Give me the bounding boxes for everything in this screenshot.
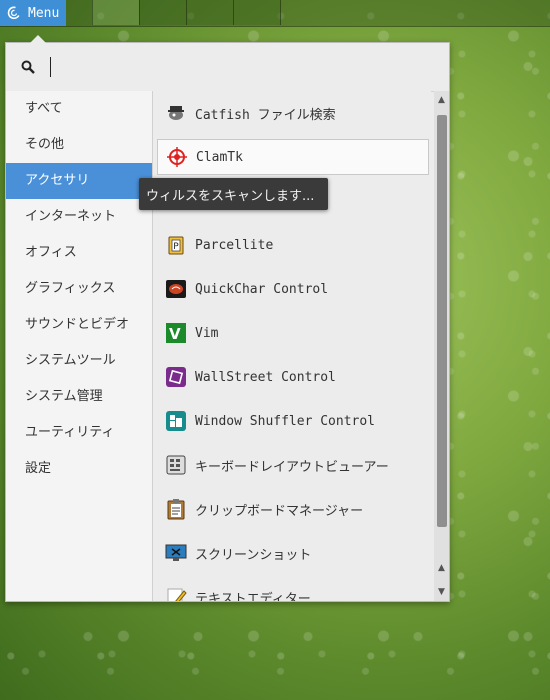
top-panel: Menu bbox=[0, 0, 550, 27]
category-graphics[interactable]: グラフィックス bbox=[6, 271, 152, 307]
vim-icon: V bbox=[165, 322, 187, 344]
keyboard-icon bbox=[165, 454, 187, 476]
clipboard-icon bbox=[165, 498, 187, 520]
category-office[interactable]: オフィス bbox=[6, 235, 152, 271]
svg-text:P: P bbox=[173, 242, 179, 252]
app-label: クリップボードマネージャー bbox=[195, 503, 364, 519]
search-input[interactable] bbox=[46, 53, 445, 83]
app-item-window-shuffler[interactable]: Window Shuffler Control bbox=[157, 403, 429, 439]
text-caret bbox=[50, 57, 51, 77]
parcellite-icon: P bbox=[165, 234, 187, 256]
app-item-clamtk[interactable]: ClamTk bbox=[157, 139, 429, 175]
app-item-vim[interactable]: V Vim bbox=[157, 315, 429, 351]
workspace-1[interactable] bbox=[92, 0, 139, 25]
app-label: Catfish ファイル検索 bbox=[195, 107, 336, 123]
text-editor-icon bbox=[165, 586, 187, 601]
category-list: すべて その他 アクセサリ インターネット オフィス グラフィックス サウンドと… bbox=[6, 91, 153, 601]
app-label: キーボードレイアウトビューアー bbox=[195, 459, 389, 475]
category-utilities[interactable]: ユーティリティ bbox=[6, 415, 152, 451]
app-label: Window Shuffler Control bbox=[195, 413, 376, 429]
svg-text:V: V bbox=[169, 325, 181, 343]
menu-button[interactable]: Menu bbox=[0, 0, 66, 26]
app-item-parcellite[interactable]: P Parcellite bbox=[157, 227, 429, 263]
whisker-menu: すべて その他 アクセサリ インターネット オフィス グラフィックス サウンドと… bbox=[5, 35, 450, 602]
scroll-up-arrow-icon[interactable]: ▲ bbox=[434, 561, 449, 575]
app-label: QuickChar Control bbox=[195, 281, 329, 297]
search-bar bbox=[6, 43, 449, 92]
app-label: スクリーンショット bbox=[195, 547, 312, 563]
app-item-quickchar[interactable]: QuickChar Control bbox=[157, 271, 429, 307]
app-item-screenshot[interactable]: スクリーンショット bbox=[157, 535, 429, 571]
scrollbar-thumb[interactable] bbox=[437, 115, 447, 527]
category-sound-video[interactable]: サウンドとビデオ bbox=[6, 307, 152, 343]
app-list: Catfish ファイル検索 ClamTk P Parcellite Quick… bbox=[153, 91, 431, 601]
menu-button-label: Menu bbox=[28, 5, 60, 21]
scroll-up-arrow-icon[interactable]: ▲ bbox=[434, 93, 449, 107]
category-all[interactable]: すべて bbox=[6, 91, 152, 127]
screenshot-icon bbox=[165, 542, 187, 564]
tooltip: ウィルスをスキャンします... bbox=[139, 178, 328, 210]
workspace-2[interactable] bbox=[139, 0, 186, 25]
workspace-switcher bbox=[92, 0, 281, 26]
workspace-3[interactable] bbox=[186, 0, 233, 25]
workspace-4[interactable] bbox=[233, 0, 281, 25]
catfish-icon bbox=[165, 102, 187, 124]
category-other[interactable]: その他 bbox=[6, 127, 152, 163]
search-icon bbox=[21, 60, 35, 74]
category-system-admin[interactable]: システム管理 bbox=[6, 379, 152, 415]
app-item-catfish[interactable]: Catfish ファイル検索 bbox=[157, 95, 429, 131]
category-settings[interactable]: 設定 bbox=[6, 451, 152, 487]
app-item-wallstreet[interactable]: WallStreet Control bbox=[157, 359, 429, 395]
scroll-down-arrow-icon[interactable]: ▼ bbox=[434, 585, 449, 599]
category-system-tools[interactable]: システムツール bbox=[6, 343, 152, 379]
category-accessories[interactable]: アクセサリ bbox=[6, 163, 152, 199]
clamtk-icon bbox=[166, 146, 188, 168]
quickchar-icon bbox=[165, 278, 187, 300]
app-item-clipboard-manager[interactable]: クリップボードマネージャー bbox=[157, 491, 429, 527]
wallstreet-icon bbox=[165, 366, 187, 388]
window-shuffler-icon bbox=[165, 410, 187, 432]
app-label: WallStreet Control bbox=[195, 369, 336, 385]
app-item-text-editor[interactable]: テキストエディター bbox=[157, 579, 429, 601]
app-item-keyboard-layout[interactable]: キーボードレイアウトビューアー bbox=[157, 447, 429, 483]
app-label: ClamTk bbox=[196, 149, 243, 165]
app-label: Vim bbox=[195, 325, 219, 341]
debian-swirl-icon bbox=[7, 6, 20, 20]
app-label: Parcellite bbox=[195, 237, 274, 253]
app-label: テキストエディター bbox=[195, 591, 311, 602]
category-internet[interactable]: インターネット bbox=[6, 199, 152, 235]
app-list-scrollbar[interactable]: ▲ ▲ ▼ bbox=[434, 91, 449, 601]
